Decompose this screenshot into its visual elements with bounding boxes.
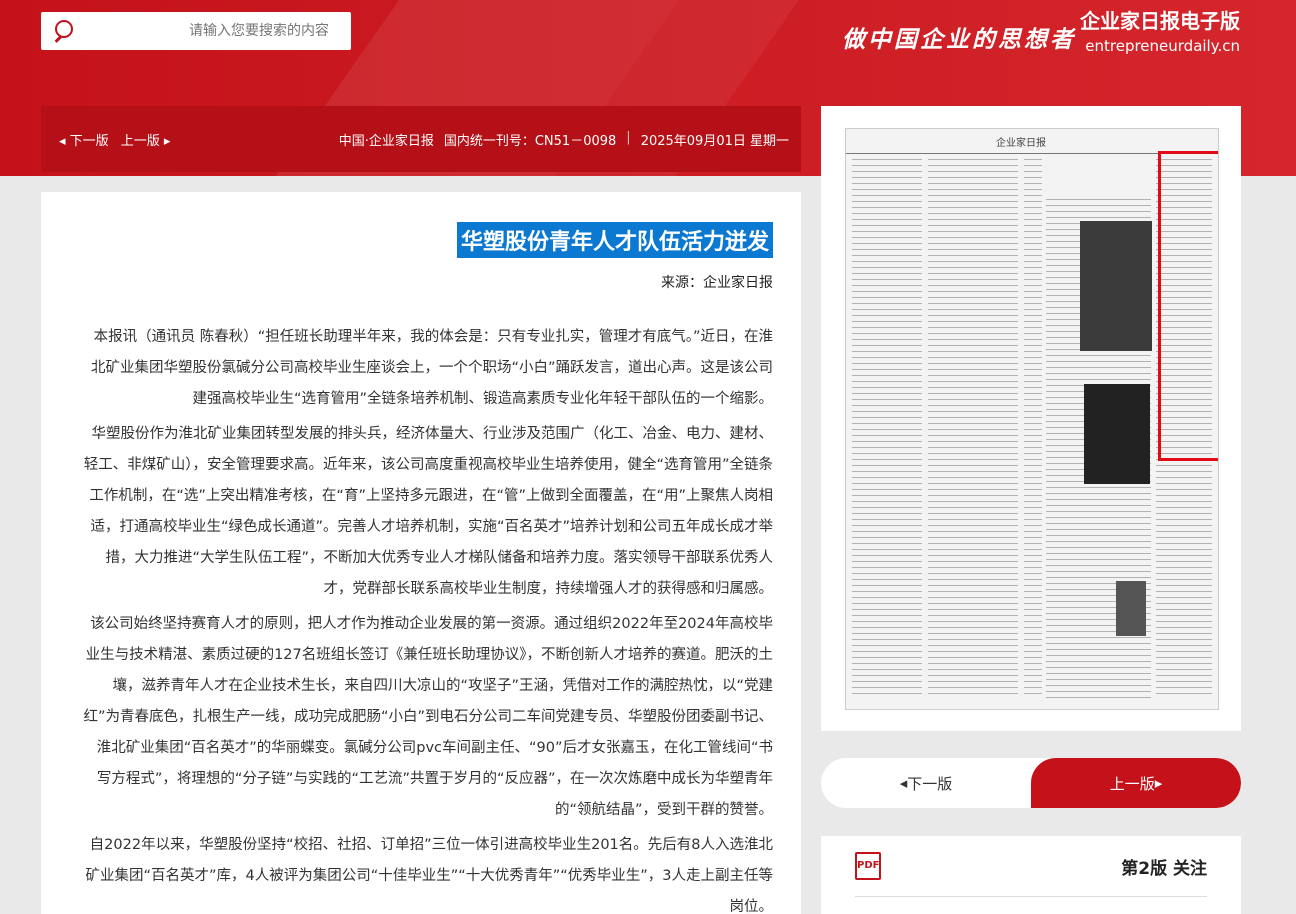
edition-pager: ◂ 下一版 上一版 ▸ [821,758,1241,808]
issue-date: 2025年09月01日 星期一 [640,133,789,149]
article-source: 来源：企业家日报 [661,275,773,291]
next-edition-link[interactable]: 上一版 ▸ [115,130,177,149]
article-body: 本报讯（通讯员 陈春秋）“担任班长助理半年来，我的体会是：只有专业扎实，管理才有… [83,322,773,914]
paper-column [852,159,922,699]
edition-meta: 中国·企业家日报 国内统一刊号：CN51－0098 | 2025年09月01日 … [339,130,789,149]
prev-edition-label: 上一版 [120,133,160,149]
next-edition-label: 下一版 [69,133,109,149]
paper-photo [1080,221,1152,351]
edition-infobar: ◂ 下一版 上一版 ▸ 中国·企业家日报 国内统一刊号：CN51－0098 | … [41,106,801,172]
article-paragraph: 该公司始终坚持赛育人才的原则，把人才作为推动企业发展的第一资源。通过组织2022… [83,616,773,818]
article-panel: 华塑股份青年人才队伍活力迸发 来源：企业家日报 本报讯（通讯员 陈春秋）“担任班… [41,192,801,914]
search-input[interactable] [87,22,331,40]
article-paragraph: 本报讯（通讯员 陈春秋）“担任班长助理半年来，我的体会是：只有专业扎实，管理才有… [90,329,773,407]
brand-domain: entrepreneurdaily.cn [1085,37,1240,55]
brand-name: 企业家日报电子版 [1080,9,1240,33]
search-icon[interactable] [51,18,77,44]
newspaper-page-image[interactable]: 企业家日报 [845,128,1219,710]
slogan: 做中国企业的思想者 [842,26,1076,53]
paper-header-text: 企业家日报 [996,138,1046,149]
article-paragraph: 华塑股份作为淮北矿业集团转型发展的排头兵，经济体量大、行业涉及范围广（化工、冶金… [83,426,773,597]
paper-photo [1116,581,1146,636]
brand-logo[interactable]: 企业家日报电子版 entrepreneurdaily.cn [1080,8,1240,56]
prev-edition-button-label: 上一版 [1109,774,1155,793]
search-box [41,12,351,50]
paper-name: 中国·企业家日报 [338,133,434,149]
divider: | [626,129,631,145]
next-edition-button[interactable]: ◂ 下一版 [821,758,1031,808]
prev-edition-button[interactable]: 上一版 ▸ [1031,758,1241,808]
section-box: PDF 第2版 关注 [821,836,1241,914]
paper-photo [1084,384,1150,484]
article-title: 华塑股份青年人才队伍活力迸发 [456,222,773,258]
divider [855,896,1207,897]
article-region-highlight[interactable] [1158,151,1218,461]
pdf-icon[interactable]: PDF [855,852,881,880]
paper-column [928,159,1018,699]
section-label[interactable]: 第2版 关注 [1121,854,1207,879]
article-paragraph: 自2022年以来，华塑股份坚持“校招、社招、订单招”三位一体引进高校毕业生201… [85,837,773,914]
edition-nav: ◂ 下一版 上一版 ▸ [53,130,176,149]
issn: 国内统一刊号：CN51－0098 [443,133,617,149]
prev-edition-link[interactable]: ◂ 下一版 [53,130,115,149]
paper-column [1024,159,1042,699]
newspaper-thumbnail-panel: 企业家日报 [821,106,1241,731]
next-edition-button-label: 下一版 [907,774,953,793]
